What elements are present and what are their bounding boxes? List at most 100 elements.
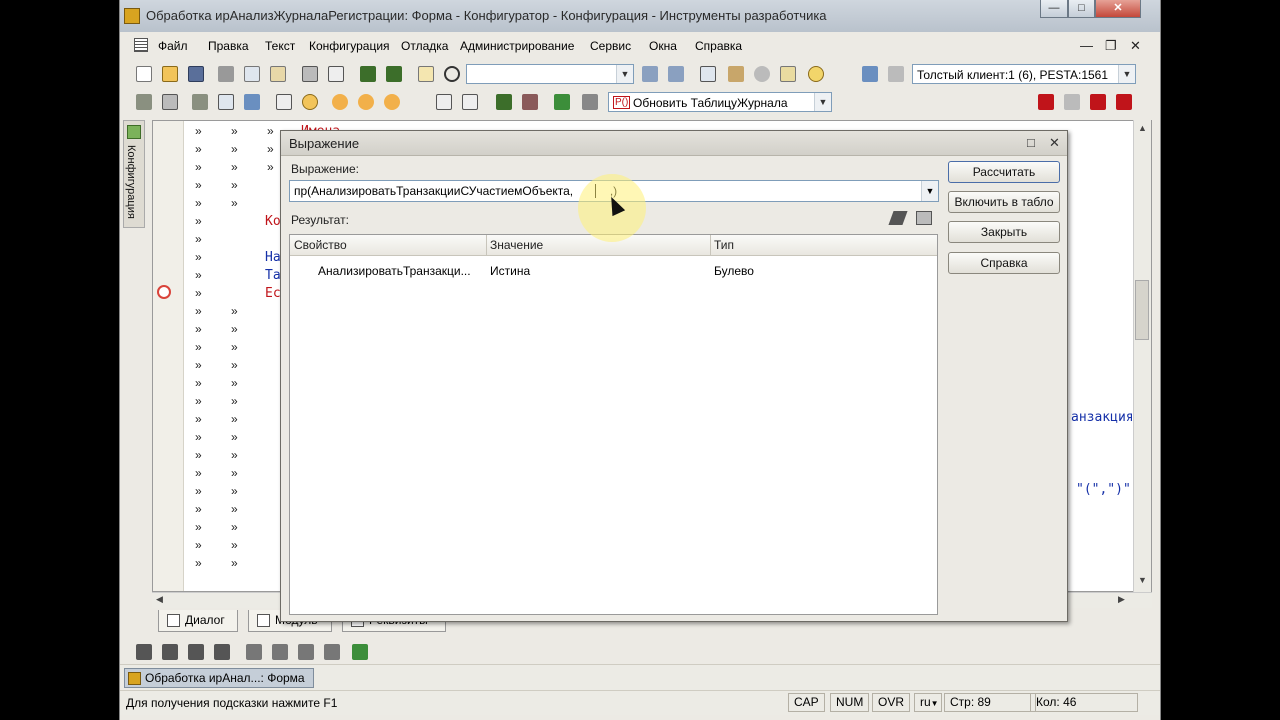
- chevron-down-icon[interactable]: ▼: [616, 65, 633, 83]
- template-icon[interactable]: [218, 94, 234, 110]
- bookmark-icon[interactable]: [136, 644, 152, 660]
- uncomment-icon[interactable]: [522, 94, 538, 110]
- menu-windows[interactable]: Окна: [649, 39, 677, 53]
- scroll-left-icon[interactable]: ◀: [156, 594, 163, 605]
- help-button[interactable]: Справка: [948, 252, 1060, 274]
- edit-pencil-icon[interactable]: [888, 211, 908, 225]
- syntax-assistant-icon[interactable]: [780, 66, 796, 82]
- column-header-type[interactable]: Тип: [714, 238, 734, 252]
- form-icon[interactable]: [162, 94, 178, 110]
- close-dialog-button[interactable]: Закрыть: [948, 221, 1060, 243]
- menu-help[interactable]: Справка: [695, 39, 742, 53]
- settings-icon[interactable]: [754, 66, 770, 82]
- update-icon[interactable]: [862, 66, 878, 82]
- module-icon: [257, 614, 270, 627]
- print-icon[interactable]: [916, 211, 932, 225]
- configuration-panel-tab[interactable]: Конфигурация: [123, 120, 145, 228]
- scroll-down-icon[interactable]: ▼: [1134, 572, 1151, 589]
- open-folder-icon[interactable]: [162, 66, 178, 82]
- taskbar-item[interactable]: Обработка ирАнал...: Форма: [124, 668, 314, 688]
- scroll-right-icon[interactable]: ▶: [1118, 594, 1125, 605]
- print-icon[interactable]: [302, 66, 318, 82]
- find-in-files-icon[interactable]: [418, 66, 434, 82]
- menu-service[interactable]: Сервис: [590, 39, 631, 53]
- syntax-check-icon[interactable]: [554, 94, 570, 110]
- mdi-restore-icon[interactable]: ❐: [1105, 38, 1117, 54]
- menu-text[interactable]: Текст: [265, 39, 295, 53]
- wrap-icon[interactable]: [324, 644, 340, 660]
- search-icon[interactable]: [444, 66, 460, 82]
- indent-icon[interactable]: [246, 644, 262, 660]
- title-bar[interactable]: Обработка ирАнализЖурналаРегистрации: Фо…: [120, 0, 1160, 32]
- run-icon[interactable]: [276, 94, 292, 110]
- info-icon[interactable]: [808, 66, 824, 82]
- tab-dialog[interactable]: Диалог: [158, 610, 238, 632]
- compare-icon[interactable]: [888, 66, 904, 82]
- debug-toolbar: Р() Обновить ТаблицуЖурнала ▼: [120, 88, 1160, 116]
- language-select[interactable]: ru▼: [914, 693, 942, 712]
- mdi-minimize-icon[interactable]: —: [1080, 38, 1093, 53]
- result-table[interactable]: Свойство Значение Тип АнализироватьТранз…: [289, 234, 938, 615]
- scroll-thumb[interactable]: [1135, 280, 1149, 340]
- menu-configuration[interactable]: Конфигурация: [309, 39, 390, 53]
- procedures-icon[interactable]: [582, 94, 598, 110]
- watch-icon[interactable]: [436, 94, 452, 110]
- next-bookmark-icon[interactable]: [162, 644, 178, 660]
- print-preview-icon[interactable]: [328, 66, 344, 82]
- prev-bookmark-icon[interactable]: [188, 644, 204, 660]
- refresh-icon[interactable]: [352, 644, 368, 660]
- search-input[interactable]: ▼: [466, 64, 634, 84]
- dialog-close-button[interactable]: ✕: [1049, 135, 1060, 151]
- undo-icon[interactable]: [360, 66, 376, 82]
- scroll-up-icon[interactable]: ▲: [1134, 120, 1151, 137]
- clear-bookmarks-icon[interactable]: [214, 644, 230, 660]
- step-over-icon[interactable]: [358, 94, 374, 110]
- save-icon[interactable]: [188, 66, 204, 82]
- debug-tool-2-icon[interactable]: [1064, 94, 1080, 110]
- debug-tool-1-icon[interactable]: [1038, 94, 1054, 110]
- add-to-watch-button[interactable]: Включить в табло: [948, 191, 1060, 213]
- menu-edit[interactable]: Правка: [208, 39, 249, 53]
- format-icon[interactable]: [298, 644, 314, 660]
- wizard-icon[interactable]: [728, 66, 744, 82]
- module-icon[interactable]: [136, 94, 152, 110]
- windows-icon[interactable]: [700, 66, 716, 82]
- evaluate-icon[interactable]: [462, 94, 478, 110]
- step-out-icon[interactable]: [384, 94, 400, 110]
- start-debug-icon[interactable]: [302, 94, 318, 110]
- chevron-down-icon[interactable]: ▼: [921, 181, 938, 201]
- redo-icon[interactable]: [386, 66, 402, 82]
- close-button[interactable]: ✕: [1095, 0, 1141, 18]
- chevron-down-icon[interactable]: ▼: [1118, 65, 1135, 83]
- column-header-value[interactable]: Значение: [490, 238, 543, 252]
- menu-administration[interactable]: Администрирование: [460, 39, 574, 53]
- column-header-property[interactable]: Свойство: [294, 238, 347, 252]
- document-menu-icon[interactable]: [134, 38, 148, 52]
- minimize-button[interactable]: —: [1040, 0, 1068, 18]
- mdi-close-icon[interactable]: ✕: [1130, 38, 1141, 54]
- copy-icon[interactable]: [244, 66, 260, 82]
- maximize-button[interactable]: □: [1068, 0, 1095, 18]
- menu-file[interactable]: Файл: [158, 39, 188, 53]
- new-document-icon[interactable]: [136, 66, 152, 82]
- debug-mode-icon[interactable]: [192, 94, 208, 110]
- procedure-select[interactable]: Р() Обновить ТаблицуЖурнала ▼: [608, 92, 832, 112]
- vertical-scrollbar[interactable]: ▲ ▼: [1133, 120, 1151, 592]
- debug-tool-4-icon[interactable]: [1116, 94, 1132, 110]
- outdent-icon[interactable]: [272, 644, 288, 660]
- tree-icon[interactable]: [244, 94, 260, 110]
- calculate-button[interactable]: Рассчитать: [948, 161, 1060, 183]
- debug-tool-3-icon[interactable]: [1090, 94, 1106, 110]
- expression-dialog: Выражение □ ✕ Выражение: пр(Анализироват…: [280, 130, 1068, 622]
- menu-debug[interactable]: Отладка: [401, 39, 448, 53]
- comment-icon[interactable]: [496, 94, 512, 110]
- client-select[interactable]: Толстый клиент:1 (6), PESTA:1561 ▼: [912, 64, 1136, 84]
- step-into-icon[interactable]: [332, 94, 348, 110]
- dialog-title-bar[interactable]: Выражение □ ✕: [281, 131, 1067, 156]
- chevron-down-icon[interactable]: ▼: [814, 93, 831, 111]
- find-previous-icon[interactable]: [668, 66, 684, 82]
- paste-icon[interactable]: [270, 66, 286, 82]
- find-next-icon[interactable]: [642, 66, 658, 82]
- cut-icon[interactable]: [218, 66, 234, 82]
- dialog-maximize-button[interactable]: □: [1027, 135, 1035, 150]
